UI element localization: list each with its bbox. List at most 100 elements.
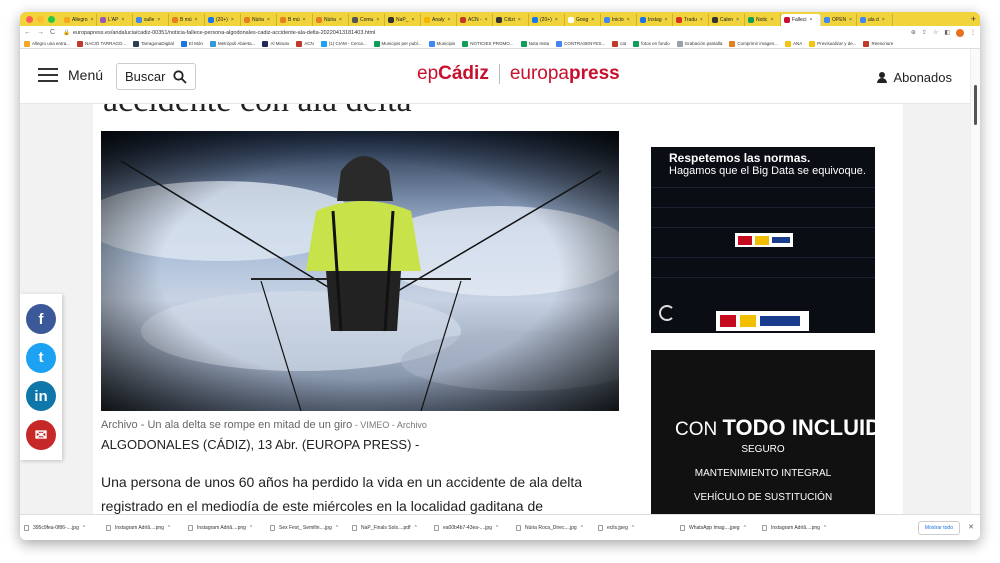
bookmark-item[interactable]: CONTRASENYES... [556,40,605,47]
tab-close-icon[interactable]: × [303,17,306,23]
bookmark-item[interactable]: Nota Insta [520,40,549,47]
star-icon[interactable]: ☆ [933,29,938,37]
chevron-up-icon[interactable]: ^ [744,525,746,531]
tab-close-icon[interactable]: × [700,17,703,23]
chevron-up-icon[interactable]: ^ [824,525,826,531]
download-item[interactable]: ecils.jpeg ^ [598,524,680,531]
browser-tab[interactable]: B mú × [277,14,313,26]
menu-button[interactable]: Menú [38,67,103,83]
bookmark-item[interactable]: NACIÓ TARRAGO... [77,40,126,47]
maximize-window-button[interactable] [48,15,55,23]
bookmark-item[interactable]: El Món [180,40,203,47]
browser-tab[interactable]: OPEN × [821,14,857,26]
browser-tab[interactable]: Núria × [241,14,277,26]
tab-close-icon[interactable]: × [195,17,198,23]
ad-banner-renting[interactable]: CON TODO INCLUIDO: SEGURO MANTENIMIENTO … [651,350,875,514]
browser-tab[interactable]: (20+) × [205,14,241,26]
chevron-up-icon[interactable]: ^ [336,525,338,531]
chevron-up-icon[interactable]: ^ [414,525,416,531]
tab-close-icon[interactable]: × [448,17,451,23]
email-share-icon[interactable]: ✉ [26,419,56,450]
download-item[interactable]: ea00b4b7-43ea-....jpg ^ [434,524,516,531]
tab-close-icon[interactable]: × [849,17,852,23]
twitter-share-icon[interactable]: t [26,342,56,373]
browser-tab[interactable]: Allegro × [61,14,97,26]
bookmark-item[interactable]: ACN [296,40,314,47]
tab-close-icon[interactable]: × [770,17,773,23]
bookmark-item[interactable]: cat [612,40,626,47]
linkedin-share-icon[interactable]: in [26,381,56,412]
browser-tab[interactable]: (20+) × [529,14,565,26]
tab-close-icon[interactable]: × [91,17,94,23]
kebab-menu-icon[interactable]: ⋮ [970,29,976,37]
sidebar-icon[interactable]: ◧ [944,29,950,37]
tab-close-icon[interactable]: × [591,17,594,23]
browser-tab[interactable]: NaP_ × [385,14,421,26]
tab-close-icon[interactable]: × [882,17,885,23]
bookmark-item[interactable]: TarragonaDigital [133,40,174,47]
ad-replay-icon[interactable] [659,305,675,321]
scrollbar-thumb[interactable] [974,85,977,125]
article-photo[interactable] [101,131,619,411]
download-item[interactable]: Instagram Adriã....png ^ [762,524,844,531]
download-item[interactable]: 395c9fea-0f86-....jpg ^ [24,524,106,531]
tab-close-icon[interactable]: × [627,17,630,23]
tab-close-icon[interactable]: × [555,17,558,23]
tab-close-icon[interactable]: × [376,17,379,23]
download-item[interactable]: Instagram Adriã....png ^ [188,524,270,531]
browser-tab[interactable]: Instag × [637,14,673,26]
bookmark-item[interactable]: Previsualizar y de... [809,40,856,47]
tab-close-icon[interactable]: × [157,17,160,23]
tab-close-icon[interactable]: × [231,17,234,23]
browser-tab[interactable]: sulle × [133,14,169,26]
tab-close-icon[interactable]: × [267,17,270,23]
download-item[interactable]: WhatsApp Imag....jpeg ^ [680,524,762,531]
reload-icon[interactable]: C [50,29,55,36]
chevron-up-icon[interactable]: ^ [83,525,85,531]
bookmark-item[interactable]: Grabación pantalla [676,40,722,47]
browser-tab[interactable]: Inicio × [601,14,637,26]
bookmark-item[interactable]: (1) CIAM - Cerca... [320,40,367,47]
tab-close-icon[interactable]: × [809,17,812,23]
download-item[interactable]: Núria Roca_Direc....jpg ^ [516,524,598,531]
chevron-up-icon[interactable]: ^ [581,525,583,531]
browser-tab[interactable]: Goog × [565,14,601,26]
site-logo[interactable]: ep Cádiz europa press [417,63,620,85]
tab-close-icon[interactable]: × [412,17,415,23]
browser-tab[interactable]: Citizi × [493,14,529,26]
close-window-button[interactable] [26,15,33,23]
tab-close-icon[interactable]: × [339,17,342,23]
bookmark-item[interactable]: NOTICIES PROMO... [462,40,514,47]
browser-tab[interactable]: Notic × [745,14,781,26]
chevron-up-icon[interactable]: ^ [632,525,634,531]
browser-tab[interactable]: Comu × [349,14,385,26]
browser-tab[interactable]: Tradu × [673,14,709,26]
back-icon[interactable]: ← [24,29,31,36]
bookmark-item[interactable]: Comprimir imagen... [729,40,778,47]
tab-close-icon[interactable]: × [485,17,488,23]
share-icon[interactable]: ⇪ [922,29,927,37]
tab-close-icon[interactable]: × [736,17,739,23]
tab-close-icon[interactable]: × [665,17,668,23]
browser-tab[interactable]: ala d × [857,14,893,26]
browser-tab[interactable]: Falleci × [781,14,821,26]
browser-tab[interactable]: B mú × [169,14,205,26]
chevron-up-icon[interactable]: ^ [168,525,170,531]
close-downloads-button[interactable]: ✕ [968,523,974,531]
bookmark-item[interactable]: fotos en fondo [633,40,670,47]
show-all-downloads-button[interactable]: Mostrar todo [917,521,960,535]
browser-tab[interactable]: ACN - × [457,14,493,26]
chevron-up-icon[interactable]: ^ [250,525,252,531]
forward-icon[interactable]: → [37,29,44,36]
bookmark-item[interactable]: Municipis per publ... [373,40,422,47]
bookmark-item[interactable]: Metròpoli Abierta... [209,40,255,47]
bookmark-item[interactable]: Municipis [428,40,455,47]
browser-tab[interactable]: Núria × [313,14,349,26]
new-tab-button[interactable]: + [967,14,980,24]
url-field[interactable]: 🔒 europapress.es/andalucia/cadiz-00351/no… [63,30,911,36]
tab-close-icon[interactable]: × [518,17,521,23]
download-item[interactable]: Instagram Adriã....png ^ [106,524,188,531]
abonados-link[interactable]: Abonados [877,70,952,85]
bookmark-item[interactable]: ANA [784,40,802,47]
bookmark-item[interactable]: Reescriure [863,40,893,47]
